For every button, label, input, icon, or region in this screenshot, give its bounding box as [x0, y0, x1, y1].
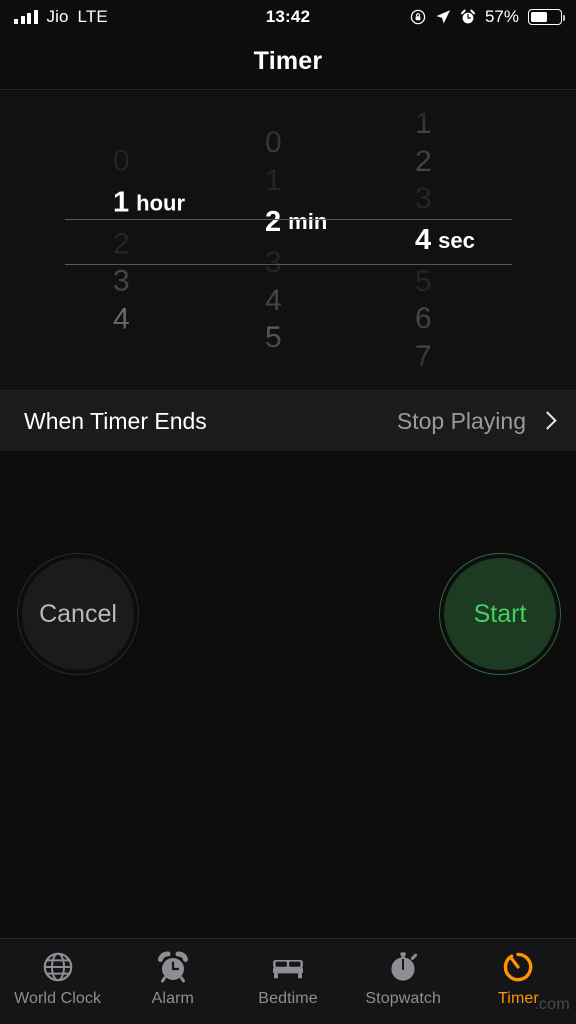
globe-icon	[41, 949, 75, 985]
tab-alarm-label: Alarm	[151, 990, 194, 1007]
picker-option[interactable]: 3	[192, 244, 384, 282]
picker-selected-option[interactable]: 1 hour	[0, 181, 192, 226]
location-arrow-icon	[435, 9, 451, 25]
status-bar: Jio LTE 13:42 57%	[0, 0, 576, 34]
navigation-bar: Timer	[0, 34, 576, 90]
battery-percent-label: 57%	[484, 7, 519, 26]
picker-selected-value: 4	[415, 224, 432, 256]
when-timer-ends-value: Stop Playing	[396, 407, 526, 434]
tab-stopwatch[interactable]: Stopwatch	[346, 949, 461, 1008]
alarm-icon	[460, 9, 476, 25]
rotation-lock-icon	[410, 9, 426, 25]
timer-icon	[501, 949, 535, 985]
when-timer-ends-row[interactable]: When Timer Ends Stop Playing	[0, 390, 576, 452]
alarm-clock-icon	[156, 949, 190, 985]
bed-icon	[270, 949, 306, 985]
picker-option[interactable]: 6	[384, 301, 576, 339]
tab-timer[interactable]: Timer	[461, 949, 576, 1008]
tab-bedtime-label: Bedtime	[258, 990, 318, 1007]
start-button[interactable]: Start	[444, 558, 556, 670]
tab-bedtime[interactable]: Bedtime	[230, 949, 345, 1008]
tab-timer-label: Timer	[498, 990, 539, 1007]
timer-actions: Cancel Start	[0, 452, 576, 938]
picker-option[interactable]: 4	[0, 301, 192, 339]
stopwatch-icon	[386, 949, 420, 985]
picker-unit-label: min	[288, 208, 328, 234]
picker-selected-option[interactable]: 2 min	[192, 199, 384, 244]
page-title: Timer	[253, 47, 323, 75]
picker-selected-option[interactable]: 4 sec	[384, 218, 576, 263]
picker-selected-value: 2	[265, 205, 282, 238]
picker-option[interactable]: 1	[384, 106, 576, 144]
picker-option[interactable]: 7	[384, 338, 576, 376]
timer-duration-picker[interactable]: 0 1 hour 2 3 4 0 1 2 min 3 4 5 1 2 3 4 sec 5 6 7	[0, 91, 576, 390]
tab-bar: World Clock Alarm Bedtime Stopwatch Time…	[0, 938, 576, 1024]
picker-option[interactable]: 5	[192, 319, 384, 357]
cancel-button[interactable]: Cancel	[22, 558, 134, 670]
picker-option[interactable]: 0	[192, 124, 384, 162]
picker-option[interactable]: 0	[0, 143, 192, 181]
tab-alarm[interactable]: Alarm	[115, 949, 230, 1008]
tab-world-clock-label: World Clock	[14, 990, 102, 1007]
picker-unit-label: hour	[136, 190, 186, 215]
chevron-right-icon	[540, 411, 552, 431]
picker-option[interactable]: 3	[384, 181, 576, 219]
when-timer-ends-value-group: Stop Playing	[397, 408, 552, 435]
hours-picker-column[interactable]: 0 1 hour 2 3 4	[0, 91, 192, 390]
status-bar-right: 57%	[410, 7, 566, 27]
battery-icon	[528, 9, 566, 25]
picker-option[interactable]: 4	[192, 282, 384, 320]
when-timer-ends-label: When Timer Ends	[24, 407, 207, 434]
minutes-picker-column[interactable]: 0 1 2 min 3 4 5	[192, 91, 384, 390]
picker-option[interactable]: 3	[0, 263, 192, 301]
picker-unit-label: sec	[438, 227, 475, 253]
tab-world-clock[interactable]: World Clock	[0, 949, 115, 1008]
seconds-picker-column[interactable]: 1 2 3 4 sec 5 6 7	[384, 91, 576, 390]
picker-option[interactable]: 2	[384, 143, 576, 181]
picker-option[interactable]: 5	[384, 263, 576, 301]
picker-selected-value: 1	[113, 186, 130, 219]
picker-option[interactable]: 1	[192, 162, 384, 200]
tab-stopwatch-label: Stopwatch	[365, 990, 442, 1007]
picker-option[interactable]: 2	[0, 226, 192, 264]
